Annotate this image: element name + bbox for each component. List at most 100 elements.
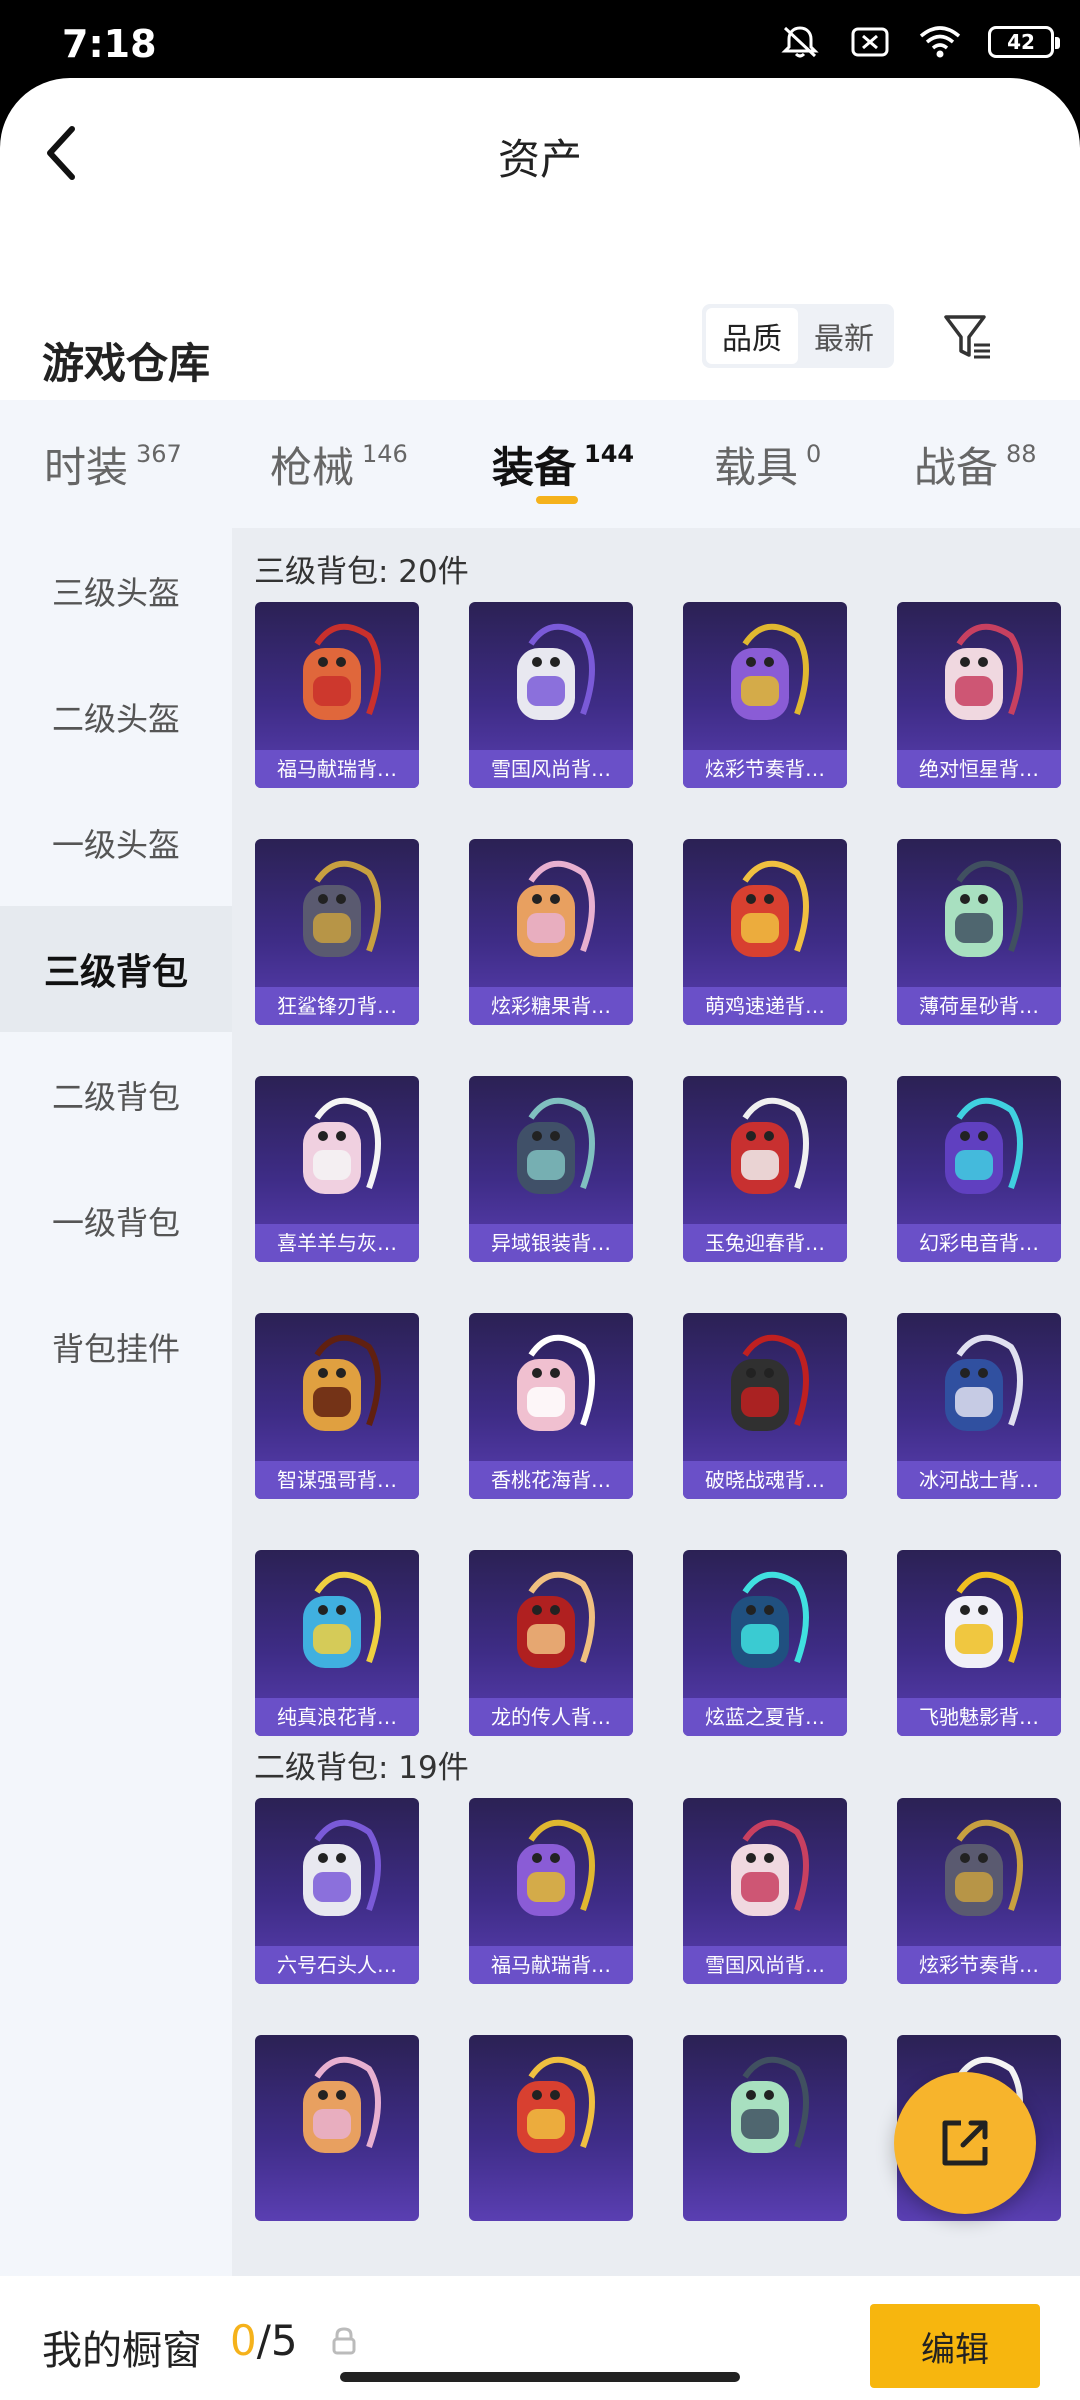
item-name: 雪国风尚背… [469,750,633,788]
item-name: 福马献瑞背… [255,750,419,788]
home-indicator[interactable] [340,2372,740,2382]
item-name: 炫彩节奏背… [897,1946,1061,1984]
item-card[interactable]: 福马献瑞背… [469,1798,633,1984]
item-name: 炫彩节奏背… [683,750,847,788]
item-name: 冰河战士背… [897,1461,1061,1499]
item-card[interactable]: 异域银装背… [469,1076,633,1262]
sidebar-item-lv3-helmet[interactable]: 三级头盔 [0,528,232,654]
tab-equipment[interactable]: 装备 144 [492,434,634,495]
tab-label: 时装 [44,443,129,492]
item-name: 薄荷星砂背… [897,987,1061,1025]
backpack-image [255,1313,419,1461]
item-card[interactable]: 炫彩节奏背… [897,1798,1061,1984]
backpack-image [897,1313,1061,1461]
group-title: 二级背包: 19件 [254,1750,469,1786]
backpack-image [469,1076,633,1224]
filter-icon [944,315,990,359]
item-name: 福马献瑞背… [469,1946,633,1984]
backpack-image [469,1798,633,1946]
sidebar-item-lv2-backpack[interactable]: 二级背包 [0,1032,232,1158]
item-card[interactable]: 玉兔迎春背… [683,1076,847,1262]
item-card[interactable]: 六号石头人… [255,1798,419,1984]
item-card[interactable]: 冰河战士背… [897,1313,1061,1499]
tab-battle-gear[interactable]: 战备 88 [914,434,1037,495]
backpack-image [897,1076,1061,1224]
sidebar-item-backpack-charm[interactable]: 背包挂件 [0,1284,232,1410]
status-time: 7:18 [62,22,157,66]
backpack-image [683,1550,847,1698]
tab-label: 枪械 [270,443,355,492]
sort-toggle: 品质 最新 [702,304,894,368]
edit-button[interactable]: 编辑 [870,2304,1040,2388]
tab-vehicles[interactable]: 载具 0 [714,434,821,495]
backpack-image [469,1550,633,1698]
filter-button[interactable] [936,302,1000,372]
sidebar-item-lv1-helmet[interactable]: 一级头盔 [0,780,232,906]
item-name: 玉兔迎春背… [683,1224,847,1262]
item-card[interactable]: 薄荷星砂背… [897,839,1061,1025]
backpack-image [897,602,1061,750]
lock-icon [330,2326,358,2356]
backpack-image [469,2035,633,2183]
item-card[interactable]: 狂鲨锋刃背… [255,839,419,1025]
item-card[interactable]: 绝对恒星背… [897,602,1061,788]
sort-newest-option[interactable]: 最新 [798,308,890,364]
sidebar-item-lv1-backpack[interactable]: 一级背包 [0,1158,232,1284]
item-name: 破晓战魂背… [683,1461,847,1499]
item-card[interactable]: 纯真浪花背… [255,1550,419,1736]
item-card[interactable]: 龙的传人背… [469,1550,633,1736]
item-name: 雪国风尚背… [683,1946,847,1984]
backpack-image [255,1550,419,1698]
active-tab-indicator [536,496,578,504]
backpack-image [683,1313,847,1461]
item-card[interactable]: 智谋强哥背… [255,1313,419,1499]
tab-fashion[interactable]: 时装 367 [44,434,182,495]
item-grid: 三级背包: 20件 福马献瑞背… 雪国风尚背… 炫彩节奏背… 绝对恒星背… 狂鲨锋刃背… 炫… [232,528,1080,2276]
group-title: 三级背包: 20件 [254,554,469,590]
sort-quality-option[interactable]: 品质 [706,308,798,364]
item-card[interactable]: 香桃花海背… [469,1313,633,1499]
backpack-image [897,1798,1061,1946]
item-card[interactable]: 福马献瑞背… [255,602,419,788]
item-card[interactable] [683,2035,847,2221]
showcase-bar: 我的橱窗 0/5 编辑 [0,2290,1080,2400]
item-card[interactable]: 炫彩节奏背… [683,602,847,788]
sidebar-item-lv2-helmet[interactable]: 二级头盔 [0,654,232,780]
item-name: 香桃花海背… [469,1461,633,1499]
item-name: 异域银装背… [469,1224,633,1262]
tab-label: 载具 [714,443,799,492]
sidebar-item-lv3-backpack[interactable]: 三级背包 [0,906,232,1032]
item-card[interactable]: 破晓战魂背… [683,1313,847,1499]
item-card[interactable]: 萌鸡速递背… [683,839,847,1025]
status-icons: 42 [778,24,1060,60]
top-bar: 资产 [0,78,1080,228]
tab-count: 146 [362,440,408,468]
share-button[interactable] [894,2072,1036,2214]
subcategory-sidebar: 三级头盔 二级头盔 一级头盔 三级背包 二级背包 一级背包 背包挂件 [0,528,232,2276]
screen: 7:18 42 资产 游戏仓库 品质 最新 时装 367 枪械 146 装备 1… [0,0,1080,2400]
showcase-total: /5 [256,2316,298,2365]
backpack-image [469,839,633,987]
backpack-image [897,839,1061,987]
item-name: 幻彩电音背… [897,1224,1061,1262]
item-card[interactable]: 炫彩糖果背… [469,839,633,1025]
backpack-image [683,1076,847,1224]
battery-indicator: 42 [988,26,1060,58]
mute-icon [778,24,822,60]
item-card[interactable]: 飞驰魅影背… [897,1550,1061,1736]
item-name: 炫彩糖果背… [469,987,633,1025]
backpack-image [469,602,633,750]
tab-weapons[interactable]: 枪械 146 [270,434,408,495]
item-card[interactable] [255,2035,419,2221]
item-name: 龙的传人背… [469,1698,633,1736]
item-card[interactable]: 雪国风尚背… [469,602,633,788]
item-card[interactable]: 炫蓝之夏背… [683,1550,847,1736]
item-name: 六号石头人… [255,1946,419,1984]
item-card[interactable]: 幻彩电音背… [897,1076,1061,1262]
item-card[interactable] [469,2035,633,2221]
backpack-image [469,1313,633,1461]
backpack-image [897,1550,1061,1698]
item-card[interactable]: 雪国风尚背… [683,1798,847,1984]
item-card[interactable]: 喜羊羊与灰… [255,1076,419,1262]
assets-sheet: 资产 游戏仓库 品质 最新 时装367 枪械146 装备144 载具0 [0,78,1080,2400]
